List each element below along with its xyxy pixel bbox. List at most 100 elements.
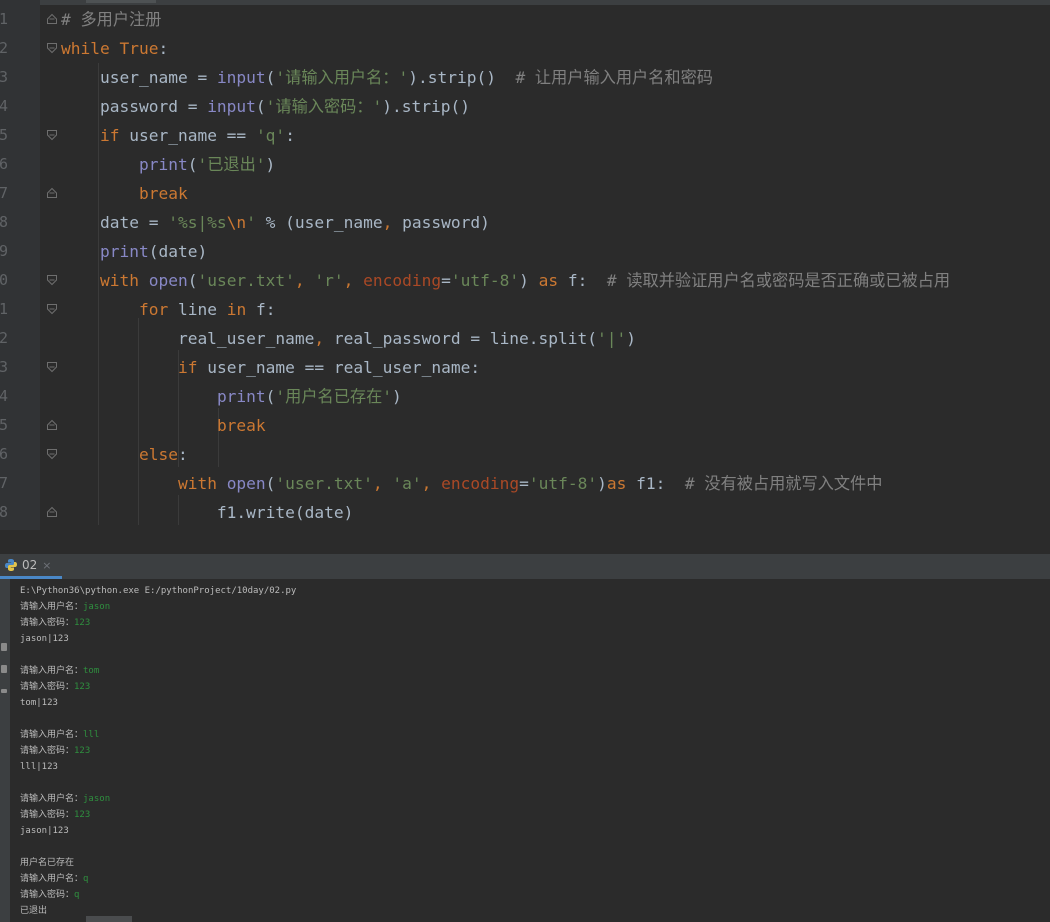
- fold-end-icon[interactable]: [46, 419, 58, 431]
- editor-bottom-margin: [0, 530, 1050, 554]
- fold-open-icon[interactable]: [46, 303, 58, 315]
- line-number: 2: [0, 329, 8, 347]
- line-number: 4: [0, 97, 8, 115]
- console-line: 请输入密码：123: [20, 615, 90, 631]
- console-user-input: tom: [83, 666, 100, 676]
- code-token: as: [538, 271, 559, 290]
- code-token: user_name ==: [119, 126, 256, 145]
- code-line: f1.write(date): [61, 498, 353, 527]
- fold-end-icon[interactable]: [46, 187, 58, 199]
- fold-open-icon[interactable]: [46, 361, 58, 373]
- code-token: '用户名已存在': [275, 387, 393, 406]
- line-number: 3: [0, 358, 8, 376]
- fold-open-icon[interactable]: [46, 448, 58, 460]
- close-tab-icon[interactable]: ×: [42, 559, 51, 572]
- code-token: f:: [246, 300, 276, 319]
- code-token: date =: [61, 213, 169, 232]
- code-token: '%s|%s: [168, 213, 227, 232]
- line-number: 6: [0, 445, 8, 463]
- console-user-input: jason: [83, 602, 111, 612]
- code-token: with: [99, 271, 139, 290]
- code-token: print: [138, 155, 188, 174]
- code-token: encoding: [441, 474, 520, 493]
- code-token: user_name =: [61, 68, 217, 87]
- console-text: E:\Python36\python.exe E:/pythonProject/…: [20, 586, 297, 596]
- code-token: ): [597, 474, 607, 493]
- code-token: ,: [421, 474, 432, 493]
- code-line: if user_name == 'q':: [61, 121, 295, 150]
- rerun-icon[interactable]: [1, 643, 7, 651]
- fold-open-icon[interactable]: [46, 42, 58, 54]
- code-token: break: [216, 416, 266, 435]
- code-token: # 读取并验证用户名或密码是否正确或已被占用: [606, 271, 951, 290]
- console-line: 请输入密码：123: [20, 807, 90, 823]
- run-tab-label: 02: [22, 558, 38, 572]
- line-number: 8: [0, 213, 8, 231]
- console-text: tom|123: [20, 698, 58, 708]
- console-line: 请输入用户名：lll: [20, 727, 99, 743]
- code-token: # 多用户注册: [61, 10, 162, 29]
- console-text: jason|123: [20, 634, 69, 644]
- code-token: for: [138, 300, 169, 319]
- fold-end-icon[interactable]: [46, 506, 58, 518]
- stop-icon[interactable]: [1, 665, 7, 673]
- run-tab-02[interactable]: 02 ×: [0, 554, 62, 579]
- code-token: open: [148, 271, 188, 290]
- line-number: 6: [0, 155, 8, 173]
- console-line: 用户名已存在: [20, 855, 74, 871]
- code-line: while True:: [61, 34, 168, 63]
- code-token: ,: [343, 271, 354, 290]
- code-token: '|': [597, 329, 627, 348]
- console-scrollbar[interactable]: [86, 916, 132, 922]
- code-token: line: [168, 300, 227, 319]
- code-line: break: [61, 179, 188, 208]
- code-token: input: [207, 97, 256, 116]
- code-token: input: [216, 68, 266, 87]
- code-token: 'r': [314, 271, 344, 290]
- code-line: print('已退出'): [61, 150, 275, 179]
- console-line: 请输入密码：q: [20, 887, 79, 903]
- console-text: 请输入用户名：: [20, 666, 84, 676]
- code-token: f1:: [626, 474, 685, 493]
- code-token: real_password = line.split(: [324, 329, 598, 348]
- code-token: with: [177, 474, 217, 493]
- code-token: ): [265, 155, 276, 174]
- code-token: f:: [558, 271, 607, 290]
- fold-open-icon[interactable]: [46, 129, 58, 141]
- code-token: ): [519, 271, 539, 290]
- console-output[interactable]: E:\Python36\python.exe E:/pythonProject/…: [10, 579, 1050, 922]
- line-number: 7: [0, 184, 8, 202]
- more-icon[interactable]: [1, 689, 7, 693]
- console-user-input: q: [74, 890, 80, 900]
- code-line: with open('user.txt', 'a', encoding='utf…: [61, 469, 882, 498]
- code-token: ): [626, 329, 637, 348]
- code-token: user_name == real_user_name:: [197, 358, 481, 377]
- fold-end-icon[interactable]: [46, 13, 58, 25]
- editor-tab[interactable]: [86, 0, 156, 3]
- run-toolbar: [0, 579, 10, 922]
- line-number: 9: [0, 242, 8, 260]
- code-token: if: [177, 358, 198, 377]
- code-editor[interactable]: 1 2 3 4 5 6 7 8 9 0 1 2 3 4 5 6 7 8 # 多用户注册 while True: us…: [0, 0, 1050, 530]
- fold-open-icon[interactable]: [46, 274, 58, 286]
- console-text: 请输入密码：: [20, 618, 75, 628]
- code-token: (date): [148, 242, 208, 261]
- code-token: =: [441, 271, 451, 290]
- console-text: 请输入密码：: [20, 890, 75, 900]
- console-text: 用户名已存在: [20, 858, 75, 868]
- line-number: 4: [0, 387, 8, 405]
- console-line: tom|123: [20, 695, 58, 711]
- code-token: while: [61, 39, 110, 58]
- console-text: jason|123: [20, 826, 69, 836]
- code-line: if user_name == real_user_name:: [61, 353, 480, 382]
